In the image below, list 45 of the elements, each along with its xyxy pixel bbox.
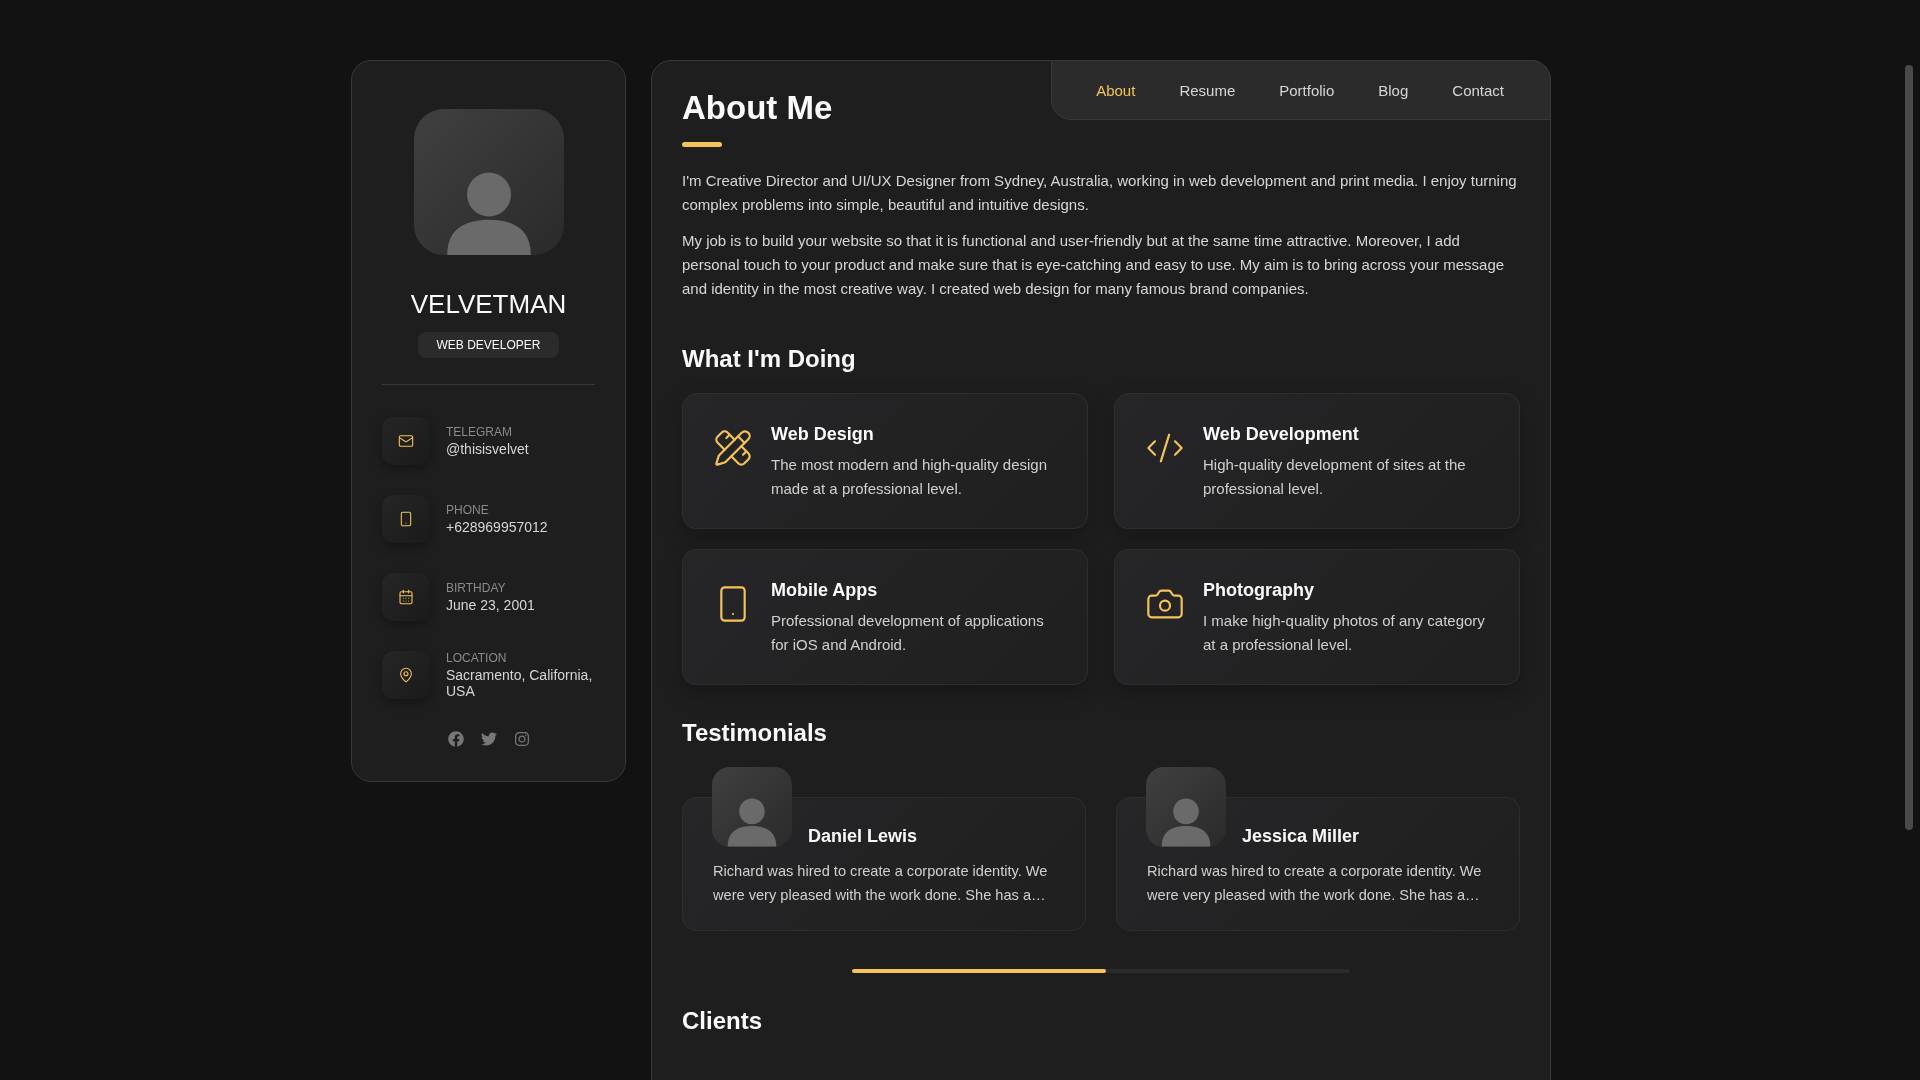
title-underline [682, 142, 722, 147]
about-paragraph: I'm Creative Director and UI/UX Designer from Sydney, Australia, working in web development and print media. I enjoy turning complex problems into simple, beautiful and intuitive designs. [682, 171, 1518, 215]
nav-link[interactable]: Resume [1157, 81, 1258, 99]
contact-label: TELEGRAM [446, 425, 513, 439]
service-description: I make high-quality photos of any category at a professional level. [1203, 611, 1486, 655]
testimonial-name: Jessica Miller [1242, 826, 1361, 847]
testimonial-card[interactable]: Jessica Miller Richard was hired to create a corporate identity. We were very pleased with the work done. She has a… [1116, 797, 1520, 931]
service-title: Photography [1203, 580, 1315, 601]
nav-link[interactable]: Portfolio [1257, 81, 1357, 99]
nav-link[interactable]: Contact [1430, 81, 1526, 99]
service-title: Web Design [771, 424, 875, 445]
testimonial-name: Daniel Lewis [808, 826, 919, 847]
testimonial-text: Richard was hired to create a corporate identity. We were very pleased with the work done. She has a… [1147, 862, 1483, 905]
service-description: High-quality development of sites at the professional level. [1203, 455, 1467, 499]
nav-link[interactable]: About [1074, 81, 1158, 99]
service-description: Professional development of applications for iOS and Android. [771, 611, 1045, 655]
contact-label: BIRTHDAY [446, 581, 507, 595]
role-badge: WEB DEVELOPER [418, 332, 559, 358]
calendar-icon [398, 589, 414, 605]
contact-label: PHONE [446, 503, 490, 517]
scrollbar-thumb[interactable] [1905, 65, 1913, 830]
contact-label: LOCATION [446, 651, 508, 665]
section-heading: What I'm Doing [682, 345, 857, 373]
contact-value: @thisisvelvet [446, 441, 529, 457]
section-heading: Testimonials [682, 719, 828, 747]
section-title: About Me [682, 89, 833, 127]
about-paragraph: My job is to build your website so that it is functional and user-friendly but at the same time attractive. Moreover, I add personal touch to your product and make sure that is eye-catching and easy to use. My aim is to bring across your message and identity in the most creative way. I created web design for many famous brand companies. [682, 231, 1506, 299]
contact-value: +628969957012 [446, 519, 548, 535]
contact-value: Sacramento, California, USA [446, 667, 594, 699]
profile-name: VELVETMAN [410, 289, 567, 320]
instagram-icon[interactable] [513, 731, 530, 747]
testimonial-text: Richard was hired to create a corporate identity. We were very pleased with the work done. She has a… [713, 862, 1049, 905]
pencil-ruler-icon [713, 428, 753, 468]
service-description: The most modern and high-quality design made at a professional level. [771, 455, 1048, 499]
service-title: Web Development [1203, 424, 1360, 445]
service-title: Mobile Apps [771, 580, 879, 601]
section-heading: Clients [682, 1007, 763, 1035]
nav-link[interactable]: Blog [1356, 81, 1431, 99]
facebook-icon[interactable] [447, 731, 464, 747]
location-pin-icon [398, 667, 414, 683]
phone-icon [398, 511, 414, 527]
mail-icon [398, 433, 414, 449]
contact-value: June 23, 2001 [446, 597, 535, 613]
testimonial-card[interactable]: Daniel Lewis Richard was hired to create a corporate identity. We were very pleased with the work done. She has a… [682, 797, 1086, 931]
twitter-icon[interactable] [480, 731, 497, 747]
